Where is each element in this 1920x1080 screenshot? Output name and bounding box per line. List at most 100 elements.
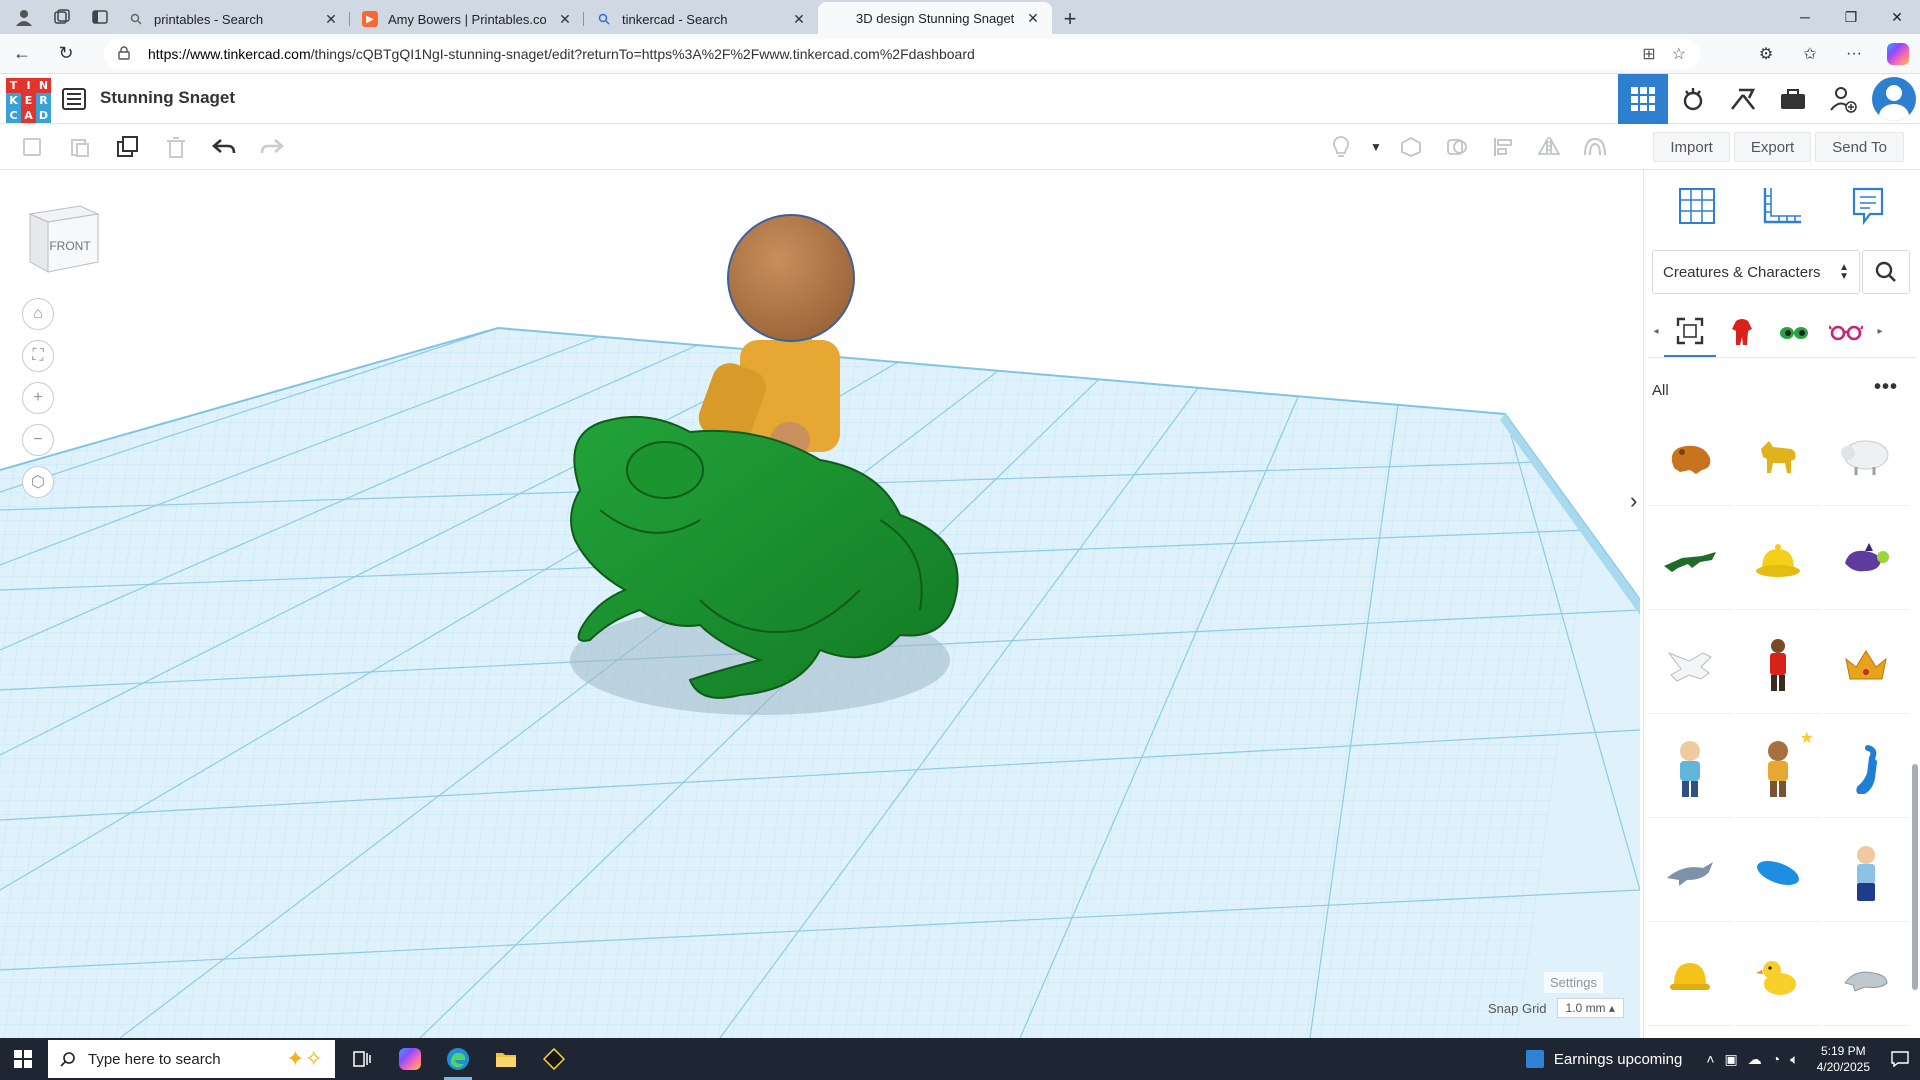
back-icon[interactable]: ← bbox=[0, 43, 44, 64]
cruise-icon[interactable] bbox=[1572, 124, 1618, 170]
workplane-icon[interactable] bbox=[1674, 183, 1720, 229]
tab-close-icon[interactable]: ✕ bbox=[790, 11, 808, 28]
shape-alligator[interactable] bbox=[1648, 512, 1732, 610]
app-available-icon[interactable]: ⊞ bbox=[1642, 44, 1655, 64]
favorite-star-icon[interactable]: ★ bbox=[1800, 728, 1814, 748]
snap-grid-select[interactable]: 1.0 mm ▴ bbox=[1556, 998, 1624, 1018]
system-clock[interactable]: 5:19 PM 4/20/2025 bbox=[1807, 1043, 1880, 1075]
meet-icon[interactable]: ▣ bbox=[1725, 1051, 1738, 1068]
ruler-icon[interactable] bbox=[1759, 183, 1805, 229]
panel-collapse-icon[interactable]: › bbox=[1630, 488, 1640, 518]
category-glasses[interactable] bbox=[1820, 307, 1872, 357]
shape-dolphin[interactable] bbox=[1648, 824, 1732, 922]
browser-tab-active[interactable]: 3D design Stunning Snaget - Tink ✕ bbox=[818, 2, 1052, 34]
copy-icon[interactable] bbox=[8, 124, 56, 170]
url-field[interactable]: https://www.tinkercad.com/things/cQBTgQI… bbox=[104, 39, 1700, 69]
notes-icon[interactable] bbox=[1845, 183, 1891, 229]
workspaces-icon[interactable] bbox=[46, 2, 78, 32]
shape-white-glove[interactable] bbox=[1648, 616, 1732, 714]
library-select[interactable]: Creatures & Characters ▲ ▼ bbox=[1652, 250, 1860, 294]
copilot-icon[interactable] bbox=[1876, 43, 1920, 65]
shape-seal[interactable] bbox=[1824, 928, 1908, 1026]
chevron-right-icon[interactable]: ▸ bbox=[1872, 326, 1888, 337]
tab-close-icon[interactable]: ✕ bbox=[322, 11, 340, 28]
shape-duck[interactable] bbox=[1736, 928, 1820, 1026]
align-icon[interactable] bbox=[1480, 124, 1526, 170]
browser-tab[interactable]: printables - Search ✕ bbox=[116, 4, 350, 34]
design-menu-icon[interactable] bbox=[62, 88, 86, 110]
view-cube[interactable]: FRONT bbox=[28, 200, 100, 276]
copilot-app-icon[interactable] bbox=[386, 1038, 434, 1080]
workplane-grid[interactable] bbox=[0, 170, 1640, 1038]
category-all[interactable] bbox=[1664, 307, 1716, 357]
shape-red-figure[interactable] bbox=[1736, 616, 1820, 714]
browser-tab[interactable]: tinkercad - Search ✕ bbox=[584, 4, 818, 34]
extensions-icon[interactable]: ⚙ bbox=[1744, 44, 1788, 64]
chevron-down-icon[interactable]: ▼ bbox=[1364, 124, 1388, 170]
paste-icon[interactable] bbox=[56, 124, 104, 170]
favorite-star-icon[interactable]: ☆ bbox=[1672, 44, 1686, 64]
bricks-icon[interactable] bbox=[1718, 74, 1768, 124]
taskbar-search[interactable]: Type here to search ✦✧ bbox=[48, 1040, 335, 1078]
delete-icon[interactable] bbox=[152, 124, 200, 170]
avatar[interactable] bbox=[1872, 77, 1916, 121]
shape-hard-hat[interactable] bbox=[1648, 928, 1732, 1026]
import-button[interactable]: Import bbox=[1653, 132, 1730, 162]
favorites-icon[interactable]: ✩ bbox=[1788, 44, 1832, 64]
sim-lab-icon[interactable] bbox=[1768, 74, 1818, 124]
chevron-left-icon[interactable]: ◂ bbox=[1648, 326, 1664, 337]
category-red-creature[interactable] bbox=[1716, 307, 1768, 357]
ungroup-icon[interactable] bbox=[1434, 124, 1480, 170]
shape-blue-figure[interactable] bbox=[1824, 824, 1908, 922]
profile-icon[interactable] bbox=[8, 2, 40, 32]
notifications-icon[interactable] bbox=[1880, 1051, 1920, 1067]
shape-blue-seahorse[interactable] bbox=[1824, 720, 1908, 818]
edge-app-icon[interactable] bbox=[434, 1038, 482, 1080]
shape-purple-dragon[interactable] bbox=[1824, 512, 1908, 610]
zoom-out-icon[interactable]: − bbox=[22, 424, 54, 456]
shape-sheep[interactable] bbox=[1824, 408, 1908, 506]
design-title[interactable]: Stunning Snaget bbox=[100, 88, 235, 108]
3d-view-icon[interactable] bbox=[1618, 74, 1668, 124]
shape-girl-figure[interactable]: ★ bbox=[1736, 720, 1820, 818]
perspective-icon[interactable]: ⬡ bbox=[22, 466, 54, 498]
more-options-icon[interactable]: ••• bbox=[1874, 376, 1898, 399]
task-view-icon[interactable] bbox=[338, 1038, 386, 1080]
restore-icon[interactable]: ❐ bbox=[1828, 0, 1874, 34]
chevron-up-icon[interactable]: ˄ bbox=[1706, 1051, 1714, 1068]
shape-boy-figure[interactable] bbox=[1648, 720, 1732, 818]
shape-crown[interactable] bbox=[1824, 616, 1908, 714]
tab-actions-icon[interactable] bbox=[84, 2, 116, 32]
add-user-icon[interactable] bbox=[1818, 74, 1868, 124]
mirror-icon[interactable] bbox=[1526, 124, 1572, 170]
home-view-icon[interactable]: ⌂ bbox=[22, 298, 54, 330]
category-eyes[interactable] bbox=[1768, 307, 1820, 357]
zoom-in-icon[interactable]: + bbox=[22, 382, 54, 414]
shape-toad[interactable] bbox=[1648, 408, 1732, 506]
search-shapes-button[interactable] bbox=[1862, 250, 1910, 294]
tab-close-icon[interactable]: ✕ bbox=[1024, 10, 1042, 27]
export-button[interactable]: Export bbox=[1733, 132, 1812, 162]
onedrive-icon[interactable]: ☁ bbox=[1748, 1051, 1762, 1068]
file-explorer-icon[interactable] bbox=[482, 1038, 530, 1080]
panel-scrollbar[interactable] bbox=[1912, 764, 1918, 990]
undo-icon[interactable] bbox=[200, 124, 248, 170]
app-diamond-icon[interactable] bbox=[530, 1038, 578, 1080]
shape-blue-leaf[interactable] bbox=[1736, 824, 1820, 922]
blocks-icon[interactable] bbox=[1668, 74, 1718, 124]
shape-dog[interactable] bbox=[1736, 408, 1820, 506]
windows-start-icon[interactable] bbox=[0, 1038, 46, 1080]
tab-close-icon[interactable]: ✕ bbox=[556, 11, 574, 28]
new-tab-button[interactable]: + bbox=[1052, 4, 1088, 34]
send-to-button[interactable]: Send To bbox=[1815, 132, 1904, 162]
workplane-viewport[interactable]: FRONT ⌂ ⛶ + − ⬡ › Settings Snap Grid 1.0… bbox=[0, 170, 1640, 1038]
news-widget[interactable]: Earnings upcoming bbox=[1510, 1050, 1698, 1068]
wifi-icon[interactable]: ◔ bbox=[1772, 1051, 1780, 1068]
minimize-icon[interactable]: ─ bbox=[1782, 0, 1828, 34]
redo-icon[interactable] bbox=[248, 124, 296, 170]
refresh-icon[interactable]: ↻ bbox=[44, 43, 88, 64]
fit-view-icon[interactable]: ⛶ bbox=[22, 340, 54, 372]
notes-lightbulb-icon[interactable] bbox=[1318, 124, 1364, 170]
more-menu-icon[interactable]: ··· bbox=[1832, 45, 1876, 63]
group-icon[interactable] bbox=[1388, 124, 1434, 170]
